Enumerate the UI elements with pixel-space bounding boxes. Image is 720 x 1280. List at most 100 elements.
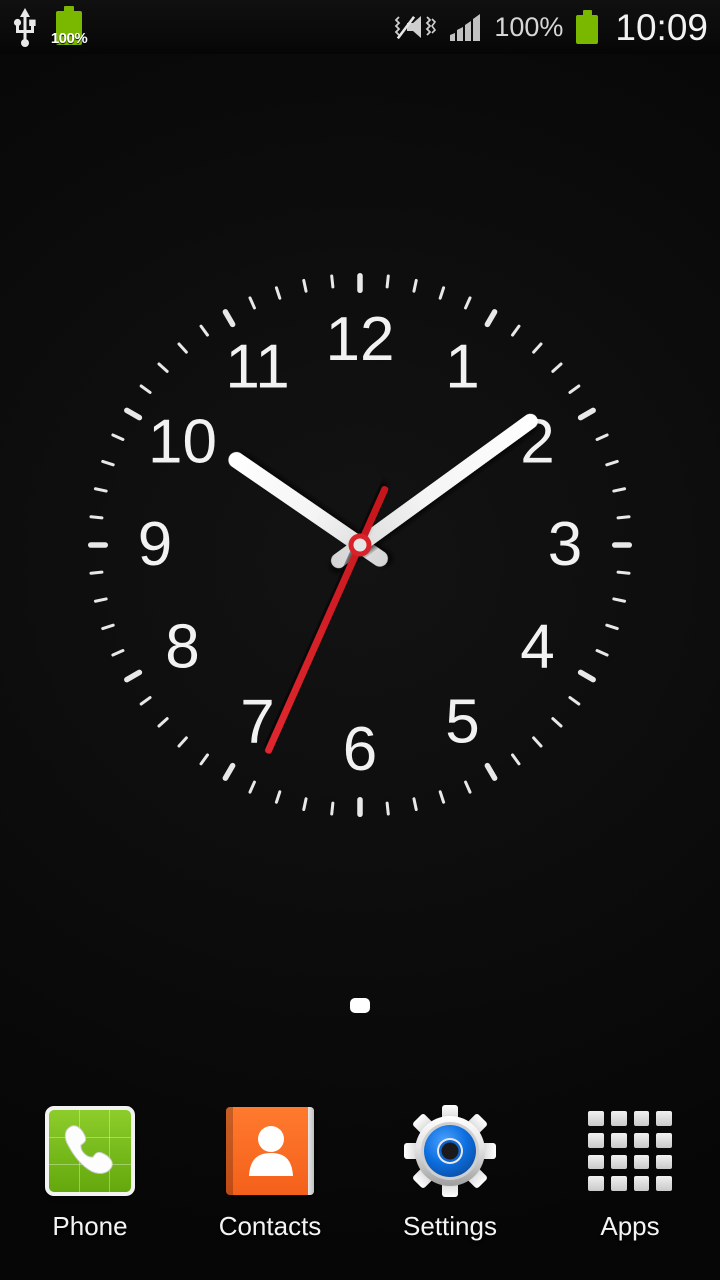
clock-minute-tick — [438, 286, 446, 300]
clock-minute-tick — [248, 780, 256, 794]
battery-full-icon — [574, 10, 600, 44]
clock-minute-tick — [101, 623, 115, 631]
clock-minute-tick — [177, 342, 188, 354]
clock-numeral-11: 11 — [225, 332, 289, 401]
clock-numeral-6: 6 — [343, 715, 377, 784]
apps-grid-square — [633, 1132, 650, 1148]
phone-icon[interactable] — [42, 1103, 138, 1199]
dock-label-settings: Settings — [403, 1211, 497, 1241]
clock-numeral-9: 9 — [138, 510, 172, 579]
clock-hour-tick — [357, 797, 363, 817]
clock-minute-tick — [330, 801, 335, 816]
clock-numeral-3: 3 — [548, 510, 582, 579]
usb-icon — [12, 7, 38, 47]
clock-minute-tick — [612, 597, 627, 603]
clock-minute-tick — [438, 790, 446, 804]
apps-grid-square — [610, 1132, 627, 1148]
clock-numeral-5: 5 — [445, 688, 479, 757]
home-screen: 100% 100% 10:09 12 1 2 3 4 5 6 7 8 9 10 … — [0, 0, 720, 1280]
clock-minute-tick — [111, 433, 125, 441]
dock-item-contacts[interactable]: Contacts — [180, 1103, 360, 1242]
clock-minute-tick — [302, 278, 308, 293]
apps-grid-square — [656, 1154, 672, 1170]
dock-label-contacts: Contacts — [218, 1211, 322, 1241]
page-dot-active[interactable] — [350, 998, 370, 1013]
clock-hour-tick — [222, 762, 236, 781]
clock-minute-tick — [93, 487, 108, 493]
clock-hour-tick — [124, 669, 143, 683]
clock-minute-tick — [568, 384, 581, 394]
clock-minute-tick — [139, 384, 152, 394]
battery-charging-icon: 100% — [51, 5, 88, 49]
clock-minute-tick — [385, 801, 390, 816]
apps-grid-square — [633, 1154, 650, 1170]
clock-minute-tick — [551, 717, 563, 728]
clock-minute-tick — [248, 296, 256, 310]
clock-minute-tick — [568, 696, 581, 706]
clock-minute-tick — [274, 286, 282, 300]
clock-minute-tick — [511, 324, 521, 337]
clock-minute-tick — [616, 515, 631, 520]
clock-minute-tick — [330, 274, 335, 289]
clock-minute-tick — [532, 342, 543, 354]
apps-grid-square — [656, 1132, 672, 1148]
clock-minute-tick — [595, 433, 609, 441]
dock-item-phone[interactable]: Phone — [0, 1103, 180, 1242]
clock-minute-tick — [157, 362, 169, 373]
clock-hour-tick — [357, 273, 363, 293]
clock-minute-tick — [551, 362, 563, 373]
dock-label-phone: Phone — [52, 1211, 128, 1241]
apps-grid-icon[interactable] — [582, 1103, 678, 1199]
clock-minute-tick — [89, 570, 104, 575]
clock-minute-tick — [616, 570, 631, 575]
clock-hour-tick — [484, 762, 498, 781]
apps-grid-square — [588, 1154, 604, 1170]
status-bar-left-icons: 100% — [12, 5, 88, 49]
clock-minute-tick — [93, 597, 108, 603]
clock-hour-tick — [577, 669, 596, 683]
clock-numeral-12: 12 — [326, 305, 395, 374]
dock-bar: Phone Contacts Settings Apps — [0, 1095, 720, 1280]
clock-minute-tick — [605, 623, 619, 631]
clock-minute-tick — [464, 780, 472, 794]
status-bar[interactable]: 100% 100% 10:09 — [0, 0, 720, 54]
apps-grid-square — [633, 1176, 650, 1191]
clock-minute-tick — [595, 649, 609, 657]
clock-minute-tick — [199, 753, 209, 766]
apps-grid-square — [610, 1154, 627, 1170]
clock-hour-tick — [577, 407, 596, 421]
apps-grid-square — [633, 1111, 650, 1126]
apps-grid-square — [610, 1111, 627, 1126]
clock-hour-tick — [484, 309, 498, 328]
analog-clock-widget[interactable]: 12 1 2 3 4 5 6 7 8 9 10 11 — [80, 265, 640, 825]
dock-label-apps: Apps — [600, 1211, 660, 1241]
dock-item-apps[interactable]: Apps — [540, 1103, 720, 1242]
apps-grid-square — [588, 1132, 604, 1148]
clock-minute-tick — [111, 649, 125, 657]
apps-grid-square — [656, 1176, 672, 1191]
sound-mute-vibrate-icon — [394, 12, 438, 42]
clock-hour-tick — [612, 542, 632, 548]
clock-minute-tick — [385, 274, 390, 289]
settings-gear-icon[interactable] — [402, 1103, 498, 1199]
clock-hour-tick — [222, 309, 236, 328]
apps-grid-square — [656, 1111, 672, 1126]
battery-percent-label: 100% — [494, 11, 564, 42]
clock-minute-tick — [511, 753, 521, 766]
clock-minute-tick — [101, 459, 115, 467]
apps-grid-square — [588, 1111, 604, 1126]
home-page-indicator[interactable] — [0, 998, 720, 1013]
clock-minute-tick — [612, 487, 627, 493]
apps-grid-square — [610, 1176, 627, 1191]
clock-minute-tick — [157, 717, 169, 728]
clock-minute-tick — [274, 790, 282, 804]
clock-minute-tick — [412, 278, 418, 293]
contacts-icon[interactable] — [222, 1103, 318, 1199]
clock-minute-tick — [464, 296, 472, 310]
clock-minute-tick — [532, 736, 543, 748]
dock-item-settings[interactable]: Settings — [360, 1103, 540, 1242]
clock-center-hub — [348, 533, 372, 557]
clock-minute-tick — [412, 797, 418, 812]
clock-numeral-10: 10 — [148, 408, 217, 477]
clock-numeral-1: 1 — [445, 332, 479, 401]
